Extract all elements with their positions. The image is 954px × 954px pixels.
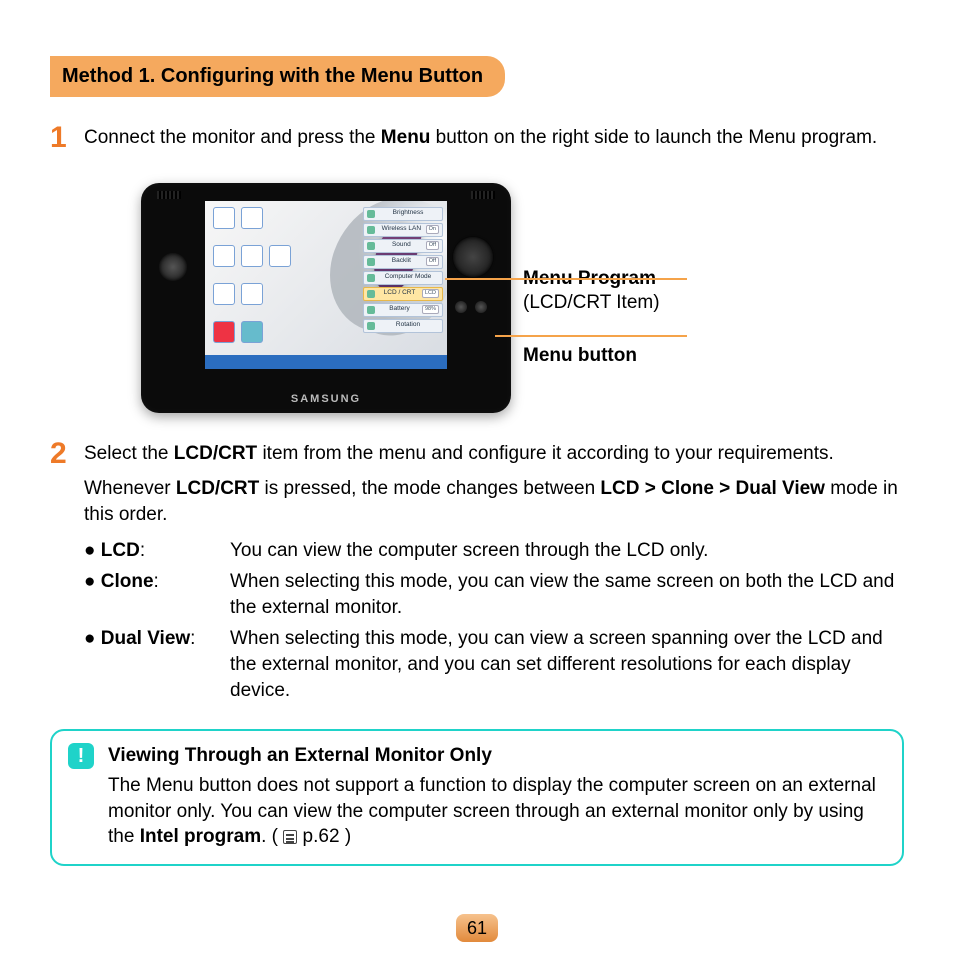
page-ref-icon [283, 830, 297, 844]
menu-item-lcd-crt: LCD / CRTLCD [363, 287, 443, 301]
step-2: 2 Select the LCD/CRT item from the menu … [50, 441, 904, 710]
menu-item-computer-mode: Computer Mode [363, 271, 443, 285]
menu-item-wlan: Wireless LANOn [363, 223, 443, 237]
desktop-icon [269, 245, 291, 267]
section-heading: Method 1. Configuring with the Menu Butt… [50, 56, 505, 97]
menu-program-panel: Brightness Wireless LANOn SoundOff Backl… [363, 207, 443, 333]
dpad [453, 237, 493, 277]
mode-lcd: ● LCD: You can view the computer screen … [84, 538, 904, 564]
device-screen: Brightness Wireless LANOn SoundOff Backl… [205, 201, 447, 369]
desktop-icon [241, 283, 263, 305]
note-box: ! Viewing Through an External Monitor On… [50, 729, 904, 866]
desktop-icon [213, 207, 235, 229]
brand-label: SAMSUNG [141, 392, 511, 407]
mode-list: ● LCD: You can view the computer screen … [84, 538, 904, 704]
desktop-icon [213, 283, 235, 305]
menu-item-sound: SoundOff [363, 239, 443, 253]
step-number-1: 1 [50, 123, 84, 153]
speaker-left [157, 191, 181, 199]
desktop-icon [241, 245, 263, 267]
step-number-2: 2 [50, 439, 84, 469]
page-number: 61 [456, 914, 498, 942]
hardware-button [475, 301, 487, 313]
callout-menu-button: Menu button [523, 344, 813, 369]
mode-dual-view: ● Dual View: When selecting this mode, y… [84, 626, 904, 703]
device-figure: Brightness Wireless LANOn SoundOff Backl… [50, 183, 904, 413]
desktop-icon [213, 245, 235, 267]
mode-clone: ● Clone: When selecting this mode, you c… [84, 569, 904, 620]
note-body: The Menu button does not support a funct… [108, 775, 876, 847]
device-body: Brightness Wireless LANOn SoundOff Backl… [141, 183, 511, 413]
leader-line-menu-program [445, 278, 687, 280]
callout-labels: Menu Program (LCD/CRT Item) Menu button [523, 183, 813, 369]
taskbar [205, 355, 447, 369]
step-2-p2: Whenever LCD/CRT is pressed, the mode ch… [84, 476, 904, 527]
note-title: Viewing Through an External Monitor Only [108, 743, 886, 769]
step-2-p1: Select the LCD/CRT item from the menu an… [84, 441, 904, 467]
step-1-text: Connect the monitor and press the Menu b… [84, 125, 904, 151]
desktop-icon [241, 207, 263, 229]
leader-line-menu-button [495, 335, 687, 337]
menu-item-backlit: BacklitOff [363, 255, 443, 269]
speaker-right [471, 191, 495, 199]
hardware-button [455, 301, 467, 313]
desktop-icon [213, 321, 235, 343]
warning-icon: ! [68, 743, 94, 769]
menu-item-brightness: Brightness [363, 207, 443, 221]
step-1: 1 Connect the monitor and press the Menu… [50, 125, 904, 161]
menu-item-rotation: Rotation [363, 319, 443, 333]
desktop-icon [241, 321, 263, 343]
joystick [159, 253, 187, 281]
callout-menu-program-sub: (LCD/CRT Item) [523, 291, 813, 316]
menu-item-battery: Battery98% [363, 303, 443, 317]
